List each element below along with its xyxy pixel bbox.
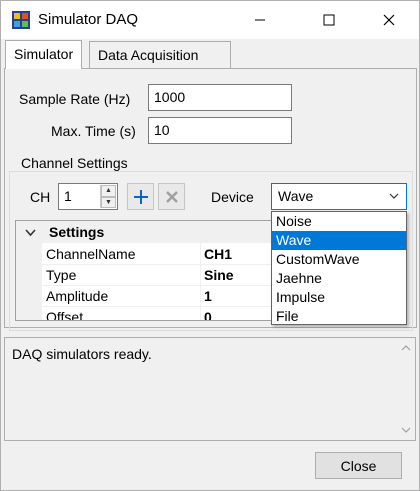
dropdown-option-wave[interactable]: Wave: [272, 231, 406, 250]
grid-row-name: Offset: [46, 309, 84, 321]
device-dropdown-list: Noise Wave CustomWave Jaehne Impulse Fil…: [271, 211, 407, 325]
grid-row-name: Amplitude: [46, 288, 109, 304]
max-time-label: Max. Time (s): [51, 123, 136, 139]
stepper-arrows: ▲ ▼: [100, 185, 116, 208]
collapse-chevron-icon[interactable]: [25, 227, 36, 238]
channel-number-value: 1: [64, 188, 72, 204]
grid-row-name: Type: [46, 267, 77, 283]
device-label: Device: [211, 189, 254, 205]
remove-channel-button[interactable]: [158, 183, 185, 210]
dropdown-option-file[interactable]: File: [272, 307, 406, 326]
add-channel-button[interactable]: [127, 183, 154, 210]
sample-rate-input[interactable]: 1000: [148, 84, 292, 111]
dropdown-option-jaehne[interactable]: Jaehne: [272, 269, 406, 288]
x-icon: [165, 190, 178, 203]
grid-category-label: Settings: [49, 224, 105, 240]
grid-row-value[interactable]: CH1: [204, 246, 232, 262]
max-time-input[interactable]: 10: [148, 117, 292, 144]
device-combobox[interactable]: Wave: [271, 183, 407, 210]
close-button[interactable]: Close: [315, 452, 402, 479]
grid-row-value[interactable]: 0: [204, 309, 212, 320]
status-log-message: DAQ simulators ready.: [12, 346, 152, 362]
grid-left-margin: [16, 243, 42, 320]
scroll-down-icon[interactable]: [401, 426, 411, 434]
stepper-up-icon[interactable]: ▲: [101, 185, 116, 197]
tab-data-acquisition[interactable]: Data Acquisition: [89, 41, 231, 68]
chevron-down-icon: [389, 193, 399, 199]
status-log-textbox[interactable]: DAQ simulators ready.: [4, 337, 416, 441]
minimize-icon: [255, 19, 265, 21]
log-scrollbar[interactable]: [397, 338, 415, 440]
window-title: Simulator DAQ: [38, 11, 139, 28]
close-icon: [383, 14, 395, 26]
tab-simulator[interactable]: Simulator: [5, 40, 83, 69]
maximize-button[interactable]: [306, 1, 352, 39]
dropdown-option-impulse[interactable]: Impulse: [272, 288, 406, 307]
maximize-icon: [323, 14, 335, 26]
grid-row-name: ChannelName: [46, 246, 136, 262]
title-bar: Simulator DAQ: [1, 1, 419, 39]
close-window-button[interactable]: [366, 1, 412, 39]
dropdown-option-noise[interactable]: Noise: [272, 212, 406, 231]
sample-rate-label: Sample Rate (Hz): [19, 91, 131, 107]
scroll-up-icon[interactable]: [401, 344, 411, 352]
channel-settings-title: Channel Settings: [18, 155, 131, 171]
channel-number-stepper[interactable]: 1 ▲ ▼: [58, 183, 118, 210]
stepper-down-icon[interactable]: ▼: [101, 196, 116, 208]
plus-icon: [133, 189, 148, 204]
ch-label: CH: [30, 189, 51, 205]
simulator-daq-window: Simulator DAQ Simulator Data Acquisition…: [0, 0, 420, 491]
minimize-button[interactable]: [237, 1, 283, 39]
grid-row-value[interactable]: Sine: [204, 267, 234, 283]
dropdown-option-customwave[interactable]: CustomWave: [272, 250, 406, 269]
grid-row-value[interactable]: 1: [204, 288, 212, 304]
app-icon: [12, 11, 30, 29]
device-selected-value: Wave: [278, 188, 314, 204]
